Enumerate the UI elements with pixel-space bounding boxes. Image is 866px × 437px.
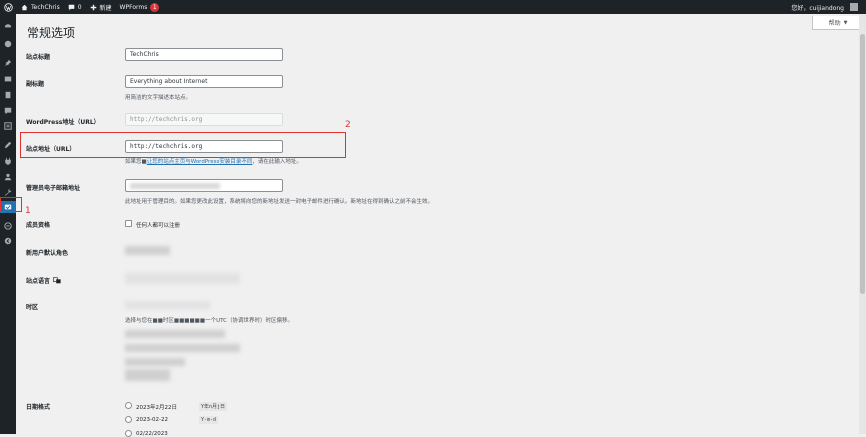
site-language-label-row: 站点语言 [26,276,61,285]
date-format-code-2: Y-m-d [199,416,219,424]
menu-dashboard-icon[interactable] [3,20,13,30]
menu-plugins-icon[interactable] [3,156,13,166]
home-icon [21,4,28,10]
tagline-description: 用简洁的文字描述本站点。 [125,95,192,101]
timezone-info-redacted-1 [125,330,225,338]
anyone-can-register-checkbox[interactable] [125,220,132,227]
scrollbar-thumb[interactable] [860,34,865,294]
annotation-number-1: 1 [25,206,31,216]
admin-bar: TechChris 0 新建 WPForms 1 您好，cuijiandong [0,0,866,14]
date-format-radio-1[interactable] [125,402,132,409]
menu-users-icon[interactable] [3,172,13,182]
site-url-desc-b: ，请在此输入地址。 [252,159,302,165]
menu-appearance-icon[interactable] [3,140,13,150]
default-role-select-redacted[interactable] [125,246,170,255]
wp-url-value: http://techchris.org [130,116,203,123]
date-format-option-2: 2023-02-22 [136,417,168,423]
timezone-label: 时区 [26,304,39,311]
menu-link-icon[interactable] [3,221,13,231]
timezone-info-redacted-2 [125,344,240,352]
new-content-link[interactable]: 新建 [86,0,116,14]
site-language-select-redacted[interactable] [125,273,240,284]
menu-media-icon[interactable] [3,74,13,84]
caret-down-icon: ▼ [843,19,848,26]
page-title: 常规选项 [27,26,76,40]
admin-email-input[interactable] [125,179,283,192]
page-scrollbar[interactable] [859,14,866,434]
menu-jetpack-icon[interactable] [3,39,13,49]
menu-wpforms-icon[interactable] [3,121,13,131]
plus-icon [90,4,96,10]
wpforms-link[interactable]: WPForms 1 [116,0,164,14]
date-format-code-1: Y年n月j日 [199,402,228,411]
menu-tools-icon[interactable] [3,187,13,197]
timezone-select-redacted[interactable] [125,301,210,309]
tagline-label: 副标题 [26,81,45,88]
site-title-value: TechChris [130,51,159,58]
translate-icon [53,277,61,284]
my-account-link[interactable]: 您好，cuijiandong [787,0,866,14]
comment-icon [68,4,75,10]
wp-url-input: http://techchris.org [125,113,283,126]
wp-logo-button[interactable] [0,0,17,14]
menu-pages-icon[interactable] [3,90,13,100]
membership-label: 成员资格 [26,222,51,229]
admin-email-redacted [130,182,220,189]
new-label: 新建 [99,4,112,12]
anyone-can-register-label: 任何人都可以注册 [136,223,181,229]
menu-comments-icon[interactable] [3,106,13,116]
date-format-option-1: 2023年2月22日 [136,405,177,411]
help-tab-label: 帮助 [828,20,841,27]
date-format-option-3: 02/22/2023 [136,431,168,437]
site-title-input[interactable]: TechChris [125,48,283,61]
greeting: 您好，cuijiandong [791,4,844,12]
tagline-input[interactable]: Everything about Internet [125,75,283,88]
tagline-value: Everything about Internet [130,78,208,85]
annotation-box-site-url [20,132,346,158]
comments-count: 0 [77,3,82,11]
wordpress-icon [4,2,13,12]
admin-sidebar [0,14,16,434]
timezone-description: 选择与您在■■时区■■■■■■一个UTC（协调世界时）时区偏移。 [125,318,293,324]
site-url-desc-a: 如果您■ [125,159,147,165]
timezone-info-redacted-3 [125,358,185,366]
timezone-info-redacted-4 [125,369,170,381]
default-role-label: 新用户默认角色 [26,250,69,257]
annotation-number-2: 2 [345,120,351,130]
help-tab-button[interactable]: 帮助 ▼ [812,16,864,30]
admin-email-description: 此地址用于管理目的。如果您更改此设置，系统将向您的新地址发送一封电子邮件进行确认… [125,199,434,205]
main-content: 帮助 ▼ 常规选项 站点标题 TechChris 副标题 Everything … [16,14,866,437]
site-url-desc-link[interactable]: 让您的站点主页与WordPress安装目录不同 [147,159,253,165]
site-name: TechChris [31,3,60,11]
wpforms-label: WPForms [119,3,148,11]
site-language-label: 站点语言 [26,278,51,285]
date-format-radio-2[interactable] [125,416,132,423]
wpforms-badge: 1 [150,2,160,12]
admin-email-label: 管理员电子邮箱地址 [26,185,81,192]
comments-link[interactable]: 0 [64,0,86,14]
site-name-link[interactable]: TechChris [17,0,64,14]
avatar [850,3,858,11]
menu-posts-pin-icon[interactable] [3,58,13,68]
site-url-description: 如果您■让您的站点主页与WordPress安装目录不同，请在此输入地址。 [125,157,302,165]
date-format-label: 日期格式 [26,404,51,411]
wp-url-label: WordPress地址（URL） [26,119,100,126]
annotation-box-settings-menu [0,197,22,212]
site-title-label: 站点标题 [26,54,51,61]
menu-collapse-icon[interactable] [3,236,13,246]
